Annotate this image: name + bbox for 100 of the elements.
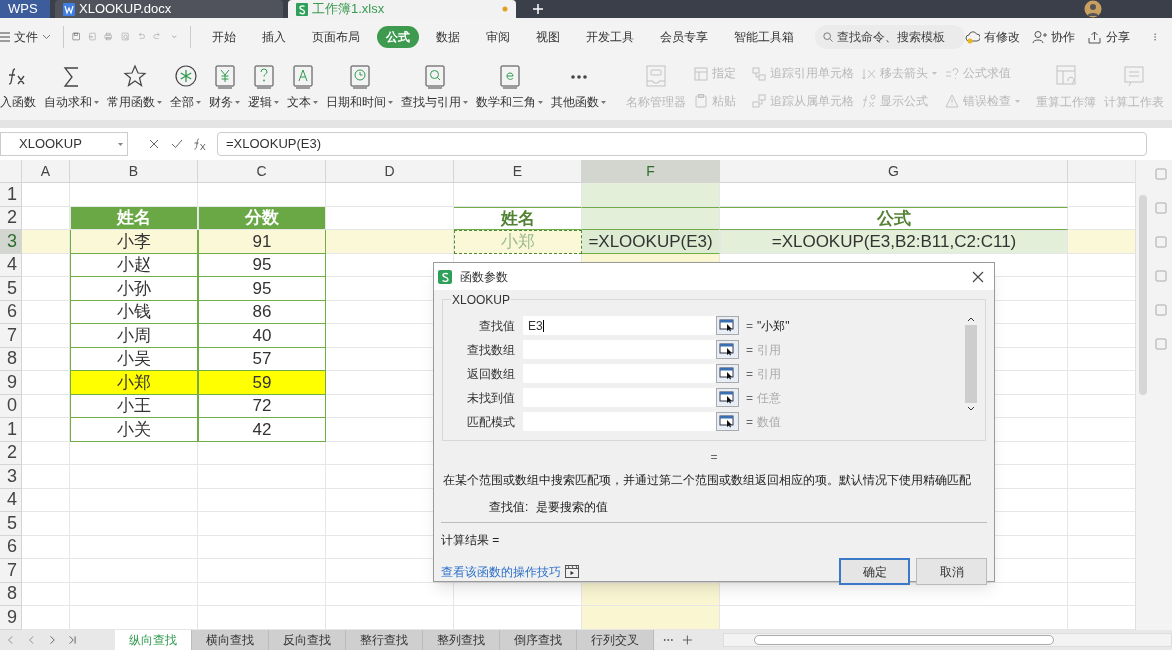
column-heading: 姓名 [454, 206, 582, 230]
fx-icon[interactable] [193, 137, 207, 151]
letter-icon [290, 63, 315, 90]
row-header[interactable]: 6 [0, 300, 22, 324]
ribbon-button[interactable]: 入函数 [0, 55, 40, 120]
ribbon-tab[interactable]: 页面布局 [302, 25, 369, 48]
range-select-icon[interactable] [716, 364, 739, 383]
row-header[interactable]: 1 [0, 183, 22, 207]
row-header[interactable]: 5 [0, 277, 22, 301]
vertical-scrollbar[interactable] [1135, 160, 1150, 630]
sidebar-tool-icon[interactable] [1155, 304, 1167, 316]
row-header[interactable]: 3 [0, 465, 22, 489]
dialog-button[interactable]: 取消 [916, 558, 987, 586]
column-header[interactable]: B [70, 160, 198, 182]
last-sheet-icon[interactable] [67, 634, 79, 646]
table-cell: 86 [198, 300, 326, 324]
equals-sign: = [746, 317, 753, 335]
ribbon-button[interactable]: 查找与引用 [397, 55, 472, 120]
ribbon-button[interactable]: 其他函数 [547, 55, 610, 120]
row-header[interactable]: 3 [0, 230, 22, 254]
add-sheet-icon[interactable] [682, 634, 693, 646]
sidebar-tool-icon[interactable] [1155, 236, 1167, 248]
row-header[interactable]: 6 [0, 535, 22, 559]
table-cell: 小赵 [70, 253, 198, 277]
column-header[interactable]: G [720, 160, 1068, 182]
search-icon [422, 63, 447, 90]
ribbon-tab[interactable]: 数据 [426, 25, 469, 48]
sheet-tab[interactable]: 反向查找 [268, 630, 346, 650]
row-header[interactable]: 7 [0, 559, 22, 583]
ribbon-button[interactable]: 财务 [205, 55, 244, 120]
column-header[interactable]: C [198, 160, 326, 182]
argument-field[interactable]: E3 [523, 316, 716, 335]
row-header[interactable]: 2 [0, 206, 22, 230]
formula-input[interactable]: =XLOOKUP(E3) [217, 132, 1147, 156]
ribbon-button[interactable]: 常用函数 [103, 55, 166, 120]
sidebar-tool-icon[interactable] [1155, 270, 1167, 282]
sheet-tab[interactable]: 倒序查找 [499, 630, 577, 650]
row-header[interactable]: 2 [0, 441, 22, 465]
column-header[interactable]: D [326, 160, 454, 182]
row-header[interactable]: 8 [0, 347, 22, 371]
row-header[interactable]: 4 [0, 488, 22, 512]
ribbon-tab[interactable]: 审阅 [476, 25, 519, 48]
cancel-icon[interactable] [148, 138, 160, 150]
sheet-tab[interactable]: 纵向查找 [114, 630, 192, 650]
toolbar-button[interactable]: 协作 [1031, 27, 1075, 46]
toolbar-button[interactable]: 有修改 [964, 27, 1020, 46]
ribbon-tab[interactable]: 开始 [202, 25, 245, 48]
range-select-icon[interactable] [716, 340, 739, 359]
sheet-tab[interactable]: 整列查找 [422, 630, 500, 650]
avatar-icon[interactable] [1084, 0, 1102, 18]
range-select-icon[interactable] [716, 316, 739, 335]
row-header[interactable]: 7 [0, 324, 22, 348]
ribbon-button[interactable]: 全部 [166, 55, 205, 120]
ribbon-button[interactable]: 自动求和 [40, 55, 103, 120]
range-select-icon[interactable] [716, 412, 739, 431]
ribbon-tab[interactable]: 视图 [526, 25, 569, 48]
ribbon-button[interactable]: 日期和时间 [322, 55, 397, 120]
column-header[interactable]: A [22, 160, 70, 182]
sheet-tab[interactable]: 横向查找 [191, 630, 269, 650]
argument-result: 引用 [757, 365, 781, 383]
sidebar-tool-icon[interactable] [1155, 338, 1167, 350]
sidebar-tool-icon[interactable] [1155, 168, 1167, 180]
ribbon-tab[interactable]: 插入 [252, 25, 295, 48]
confirm-icon[interactable] [171, 138, 183, 150]
document-tab[interactable]: XLOOKUP.docx [55, 0, 283, 18]
column-header[interactable]: F [582, 160, 720, 182]
row-header[interactable]: 4 [0, 253, 22, 277]
row-header[interactable]: 9 [0, 371, 22, 395]
sheet-tab[interactable]: 整行查找 [345, 630, 423, 650]
name-box[interactable]: XLOOKUP [0, 132, 128, 156]
close-icon[interactable] [972, 270, 984, 283]
ribbon-tab[interactable]: 智能工具箱 [724, 25, 803, 48]
row-header[interactable]: 0 [0, 394, 22, 418]
ribbon-button[interactable]: 逻辑 [244, 55, 283, 120]
search-field[interactable]: 查找命令、搜索模板 [814, 24, 965, 49]
toolbar-button[interactable]: 分享 [1086, 27, 1130, 46]
row-header[interactable]: 9 [0, 606, 22, 630]
sidebar-tool-icon[interactable] [1155, 202, 1167, 214]
argument-field[interactable] [523, 388, 716, 407]
row-header[interactable]: 5 [0, 512, 22, 536]
ribbon-tab[interactable]: 公式 [376, 25, 419, 48]
empty-cell[interactable] [582, 206, 720, 230]
argument-field[interactable] [523, 340, 716, 359]
video-icon[interactable] [565, 565, 579, 579]
ribbon-button[interactable]: 文本 [283, 55, 322, 120]
range-select-icon[interactable] [716, 388, 739, 407]
ribbon-tab[interactable]: 会员专享 [650, 25, 717, 48]
file-menu[interactable]: 文件 [0, 27, 59, 46]
help-link[interactable]: 查看该函数的操作技巧 [441, 562, 561, 581]
dialog-button[interactable]: 确定 [839, 558, 910, 586]
ribbon-button[interactable]: 数学和三角 [472, 55, 547, 120]
question-icon [251, 63, 276, 90]
horizontal-scrollbar[interactable] [722, 633, 1172, 647]
row-header[interactable]: 1 [0, 418, 22, 442]
argument-field[interactable] [523, 412, 716, 431]
document-tab[interactable]: WPS [0, 0, 50, 18]
argument-field[interactable] [523, 364, 716, 383]
sheet-tab[interactable]: 行列交叉 [576, 630, 654, 650]
ribbon-tab[interactable]: 开发工具 [576, 25, 643, 48]
row-header[interactable]: 8 [0, 582, 22, 606]
